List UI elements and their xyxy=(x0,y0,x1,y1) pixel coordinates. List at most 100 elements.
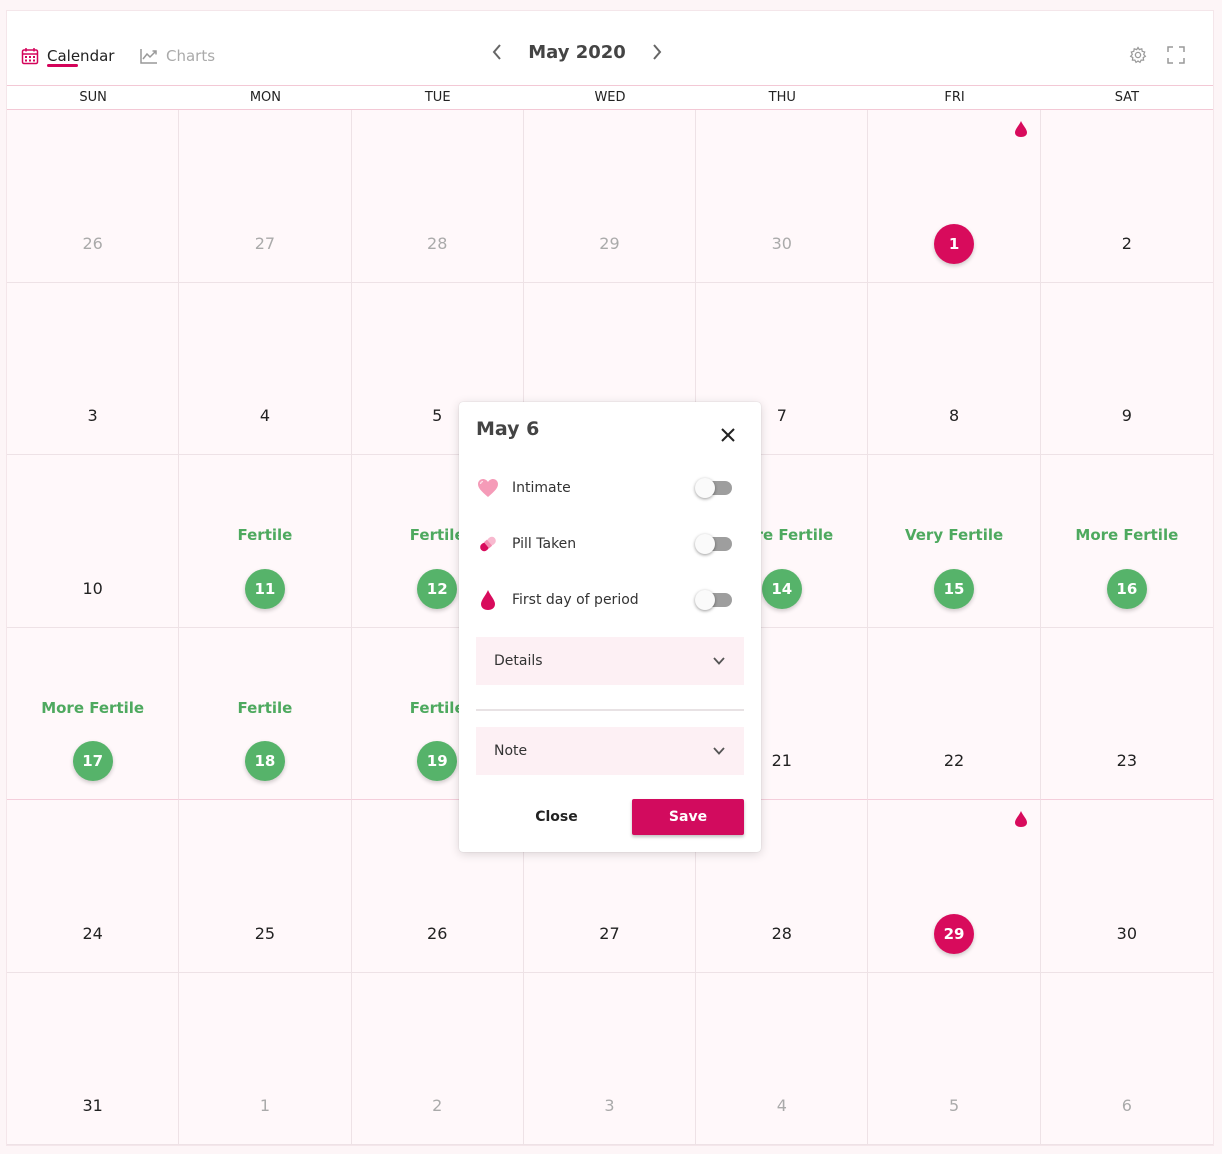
day-number: 16 xyxy=(1106,568,1147,609)
day-cell[interactable]: 29 xyxy=(868,800,1041,973)
toggle-knob xyxy=(695,534,715,554)
day-number: 5 xyxy=(948,1096,960,1115)
chart-icon xyxy=(140,47,158,65)
active-tab-indicator xyxy=(47,64,78,67)
day-cell[interactable]: Fertile 11 xyxy=(179,455,352,628)
day-cell[interactable]: 10 xyxy=(7,455,180,628)
day-number: 28 xyxy=(427,233,448,253)
toolbar: Calendar Charts May 2020 xyxy=(7,11,1213,85)
day-cell[interactable]: 4 xyxy=(696,972,869,1145)
day-number: 4 xyxy=(259,406,271,425)
day-number: 26 xyxy=(82,233,103,253)
fertility-label: Fertile xyxy=(237,698,293,717)
close-icon[interactable] xyxy=(719,426,737,444)
weekday-header: SUN MON TUE WED THU FRI SAT xyxy=(7,85,1213,110)
day-cell[interactable]: 31 xyxy=(7,972,180,1145)
day-number: 29 xyxy=(599,233,620,253)
toggle-knob xyxy=(695,478,715,498)
day-cell[interactable]: Fertile 18 xyxy=(179,627,352,800)
day-cell[interactable]: 1 xyxy=(179,972,352,1145)
note-expander[interactable]: Note xyxy=(476,727,744,775)
chevron-down-icon xyxy=(713,657,725,665)
day-cell[interactable]: 30 xyxy=(696,110,869,283)
day-cell[interactable]: 26 xyxy=(7,110,180,283)
day-number: 2 xyxy=(1121,233,1132,253)
drop-icon xyxy=(476,588,500,612)
first-day-toggle[interactable] xyxy=(695,590,732,610)
day-number: 14 xyxy=(761,568,802,609)
fertility-label: Very Fertile xyxy=(904,526,1004,545)
option-label: Intimate xyxy=(512,480,571,496)
day-number: 29 xyxy=(934,913,975,954)
calendar-icon xyxy=(21,47,39,65)
save-button[interactable]: Save xyxy=(632,799,744,835)
day-cell[interactable]: More Fertile 16 xyxy=(1040,455,1213,628)
day-number: 19 xyxy=(417,741,458,781)
day-number: 9 xyxy=(1121,406,1132,425)
day-cell[interactable]: 28 xyxy=(351,110,524,283)
day-number: 1 xyxy=(259,1096,271,1115)
close-button[interactable]: Close xyxy=(504,800,609,834)
prev-month-button[interactable] xyxy=(487,40,507,64)
day-number: 24 xyxy=(82,923,103,943)
option-intimate: Intimate xyxy=(476,473,742,503)
period-drop-icon xyxy=(1014,811,1027,827)
day-cell[interactable]: 5 xyxy=(868,972,1041,1145)
divider xyxy=(476,709,744,711)
day-cell[interactable]: 9 xyxy=(1040,282,1213,455)
pill-taken-toggle[interactable] xyxy=(695,534,732,554)
details-expander[interactable]: Details xyxy=(476,637,744,685)
weekday-label: WED xyxy=(594,90,626,105)
month-title: May 2020 xyxy=(528,41,626,63)
day-number: 17 xyxy=(72,741,113,781)
tab-charts[interactable]: Charts xyxy=(140,42,215,70)
day-number: 26 xyxy=(427,923,448,943)
option-label: Pill Taken xyxy=(512,536,577,552)
day-cell[interactable]: More Fertile 17 xyxy=(7,627,180,800)
day-number: 12 xyxy=(417,568,458,609)
day-cell[interactable]: 6 xyxy=(1040,972,1213,1145)
intimate-toggle[interactable] xyxy=(695,478,732,498)
day-cell[interactable]: 1 xyxy=(868,110,1041,283)
day-number: 3 xyxy=(604,1096,615,1115)
day-number: 21 xyxy=(771,751,792,770)
day-number: 28 xyxy=(771,923,792,943)
day-cell[interactable]: Very Fertile 15 xyxy=(868,455,1041,628)
day-cell[interactable]: 27 xyxy=(179,110,352,283)
day-number: 1 xyxy=(934,223,975,264)
day-number: 27 xyxy=(599,923,620,943)
heart-icon xyxy=(476,476,500,500)
note-label: Note xyxy=(494,743,528,759)
day-cell[interactable]: 29 xyxy=(523,110,697,283)
tab-charts-label: Charts xyxy=(166,47,216,65)
day-cell[interactable]: 24 xyxy=(7,800,180,973)
weekday-label: TUE xyxy=(424,90,451,105)
fullscreen-icon[interactable] xyxy=(1166,45,1186,65)
day-cell[interactable]: 22 xyxy=(868,627,1041,800)
day-number: 3 xyxy=(87,406,98,425)
day-number: 22 xyxy=(943,751,965,770)
day-number: 10 xyxy=(82,578,103,598)
day-cell[interactable]: 25 xyxy=(179,800,352,973)
day-cell[interactable]: 3 xyxy=(7,282,180,455)
day-number: 15 xyxy=(934,568,975,609)
gear-icon[interactable] xyxy=(1128,45,1148,65)
day-cell[interactable]: 2 xyxy=(1040,110,1213,283)
day-cell[interactable]: 3 xyxy=(523,972,697,1145)
next-month-button[interactable] xyxy=(647,40,667,64)
day-cell[interactable]: 2 xyxy=(351,972,524,1145)
day-number: 27 xyxy=(254,233,276,253)
day-cell[interactable]: 23 xyxy=(1040,627,1213,800)
day-number: 6 xyxy=(1121,1096,1132,1115)
day-number: 5 xyxy=(432,406,443,425)
day-number: 4 xyxy=(776,1096,787,1115)
weekday-label: FRI xyxy=(944,90,965,105)
day-cell[interactable]: 8 xyxy=(868,282,1041,455)
day-number: 31 xyxy=(82,1096,103,1115)
weekday-label: MON xyxy=(249,90,282,105)
option-label: First day of period xyxy=(512,592,639,608)
period-drop-icon xyxy=(1014,121,1027,137)
fertility-label: More Fertile xyxy=(1075,526,1179,545)
day-cell[interactable]: 30 xyxy=(1040,800,1213,973)
day-cell[interactable]: 4 xyxy=(179,282,352,455)
